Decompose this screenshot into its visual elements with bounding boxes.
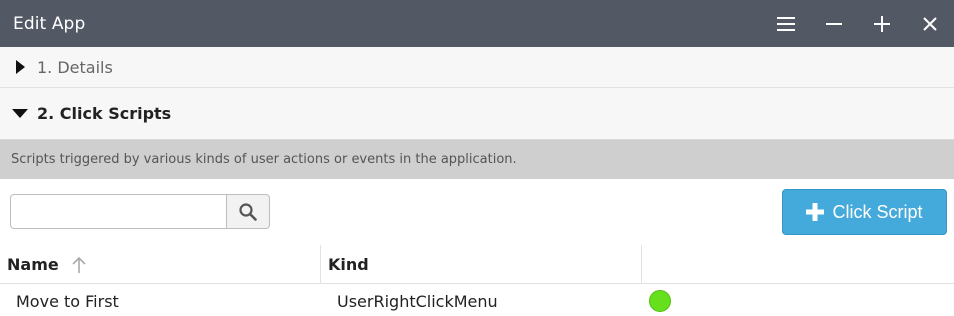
column-header-kind-label: Kind <box>328 255 369 274</box>
click-scripts-table: Name Kind Move to First UserRightClickMe… <box>0 245 954 316</box>
menu-icon <box>777 16 795 31</box>
close-button[interactable] <box>906 0 954 47</box>
section-description: Scripts triggered by various kinds of us… <box>0 140 954 179</box>
cell-name: Move to First <box>16 291 119 311</box>
toolbar: Click Script <box>0 179 954 245</box>
plus-icon <box>806 203 825 221</box>
maximize-button[interactable] <box>858 0 906 47</box>
column-header-kind[interactable]: Kind <box>321 245 642 284</box>
section-click-scripts-header[interactable]: 2. Click Scripts <box>0 88 954 140</box>
section-click-scripts-label: 2. Click Scripts <box>37 104 172 123</box>
column-header-name-label: Name <box>7 255 59 274</box>
minimize-button[interactable] <box>810 0 858 47</box>
window-title: Edit App <box>13 13 86 34</box>
sort-ascending-icon[interactable] <box>71 256 87 274</box>
caret-right-icon <box>16 60 25 74</box>
add-click-script-label: Click Script <box>832 201 923 222</box>
window-controls <box>762 0 954 47</box>
menu-button[interactable] <box>762 0 810 47</box>
caret-down-icon <box>12 109 28 118</box>
close-icon <box>923 16 937 31</box>
column-header-status <box>642 245 954 284</box>
maximize-icon <box>874 15 890 32</box>
cell-status <box>642 290 954 312</box>
section-details-header[interactable]: 1. Details <box>0 47 954 88</box>
search-input[interactable] <box>10 194 226 229</box>
section-details-label: 1. Details <box>37 57 113 77</box>
table-header: Name Kind <box>0 245 954 284</box>
table-row[interactable]: Move to First UserRightClickMenu <box>0 284 954 316</box>
add-click-script-button[interactable]: Click Script <box>782 189 947 235</box>
cell-kind: UserRightClickMenu <box>337 291 498 311</box>
column-header-name[interactable]: Name <box>0 245 321 284</box>
minimize-icon <box>826 22 842 25</box>
search-icon <box>239 202 257 221</box>
search-button[interactable] <box>226 194 270 229</box>
status-enabled-icon <box>649 290 671 312</box>
window-titlebar: Edit App <box>0 0 954 47</box>
search-group <box>10 194 270 229</box>
